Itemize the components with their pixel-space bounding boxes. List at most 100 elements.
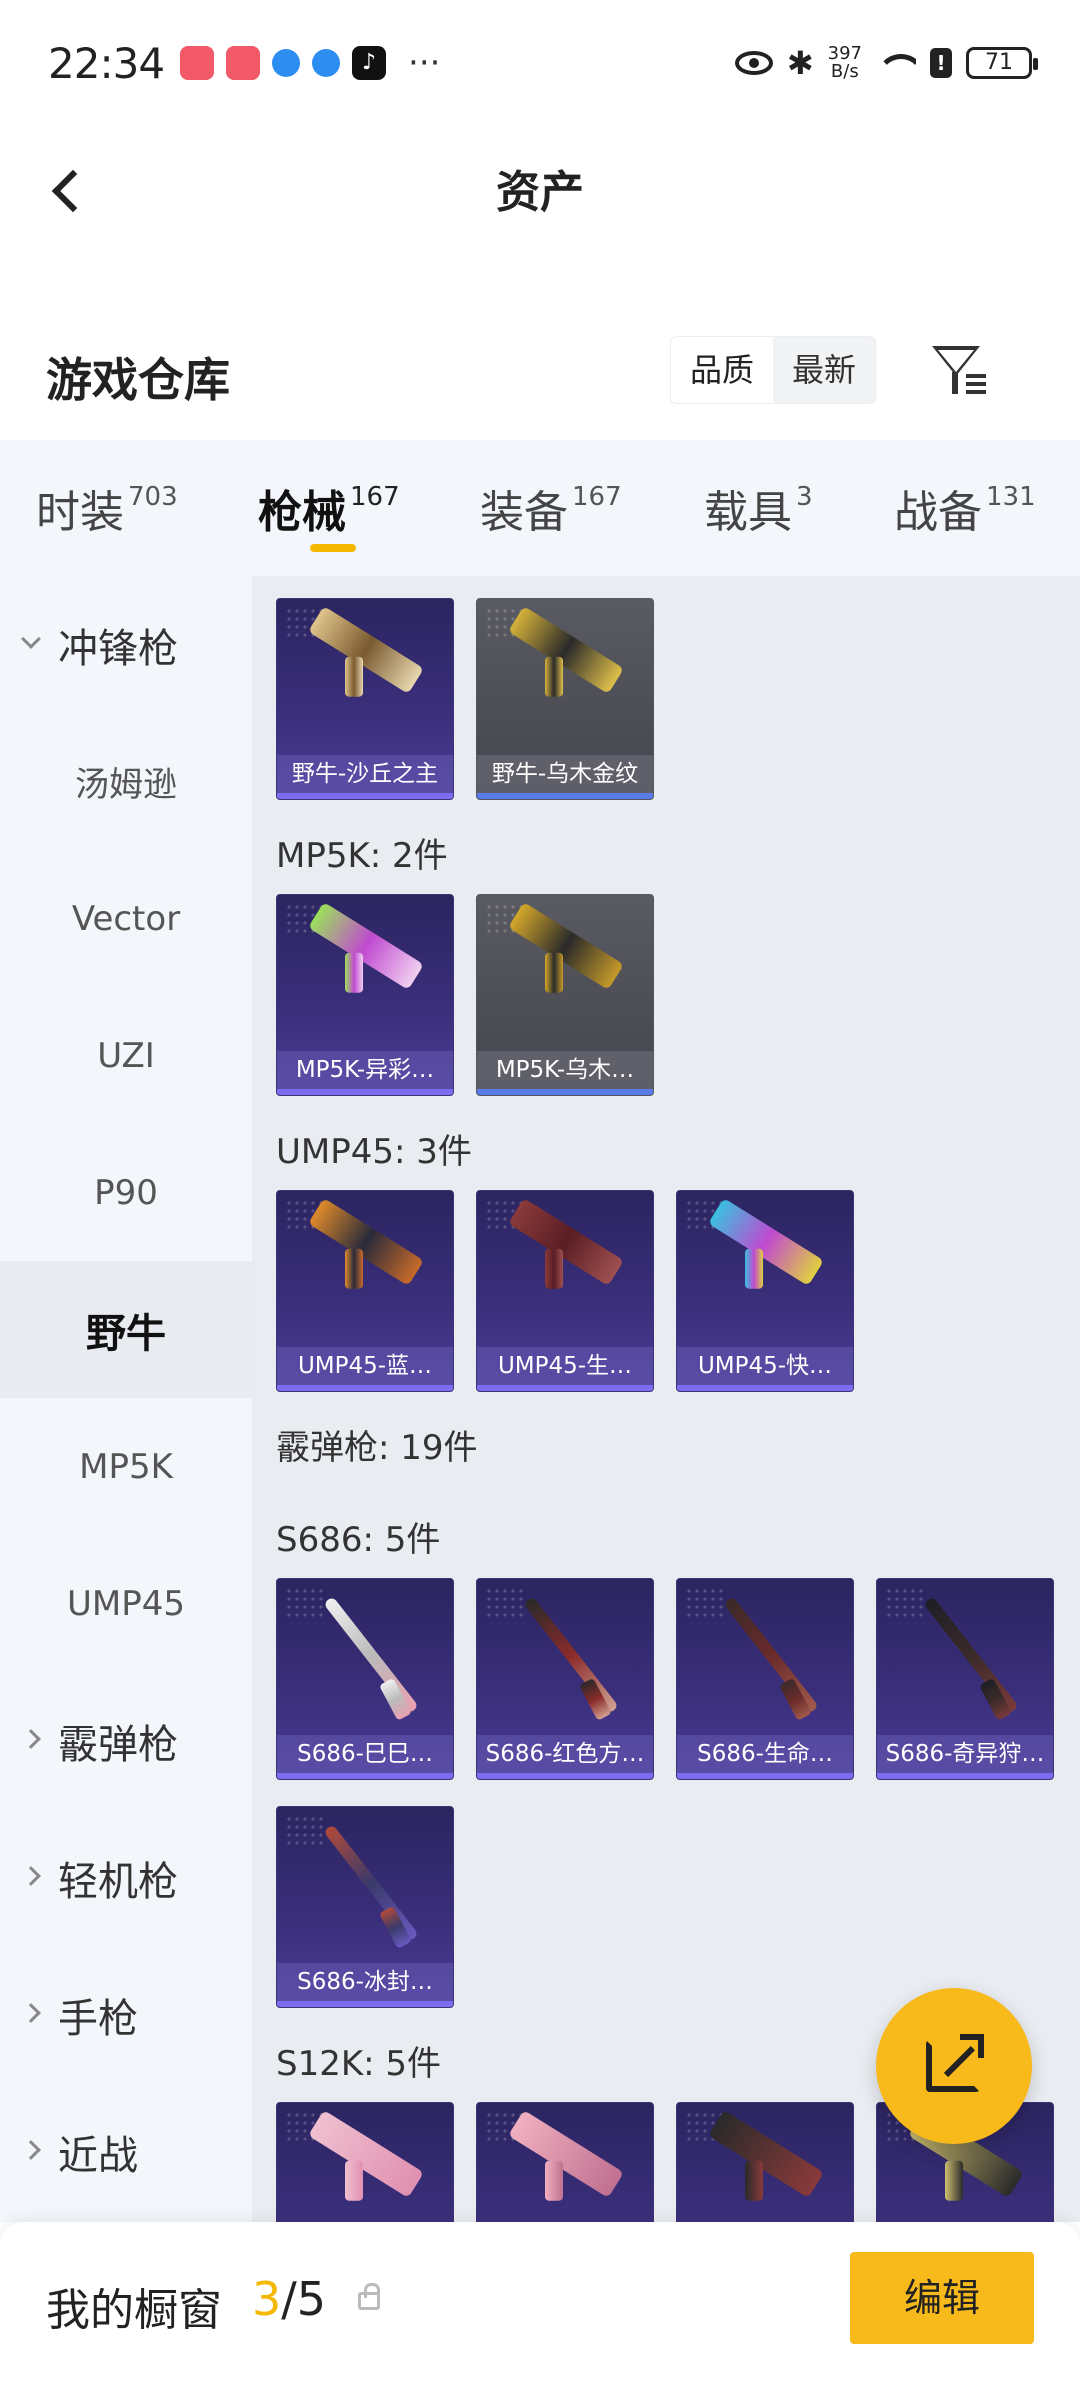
ump45-skin-image (508, 1198, 624, 1286)
sidebar-item-p90[interactable]: P90 (0, 1124, 252, 1261)
item-card-bison-ebony[interactable]: 野牛-乌木金纹 (476, 598, 654, 800)
mp5k-skin-image (508, 902, 624, 990)
sidebar-item-label: UZI (97, 1035, 155, 1076)
s686-skin-image (923, 1596, 1019, 1714)
sort-latest-button[interactable]: 最新 (773, 337, 875, 403)
item-name: MP5K-异彩… (277, 1051, 453, 1089)
section-label-mp5k: MP5K: 2件 (276, 836, 448, 876)
sidebar-item-thompson[interactable]: 汤姆逊 (0, 713, 252, 850)
tab-label: 载具 (704, 487, 792, 538)
sort-toggle: 品质 最新 (670, 336, 876, 404)
item-card-s686-3[interactable]: S686-生命… (676, 1578, 854, 1780)
page-title: 资产 (496, 167, 584, 218)
tab-count: 167 (350, 482, 400, 512)
sidebar-group-smg[interactable]: 冲锋枪 (0, 576, 252, 713)
share-fab-button[interactable] (876, 1988, 1032, 2144)
item-card-ump45-1[interactable]: UMP45-蓝… (276, 1190, 454, 1392)
s12k-skin-image (508, 2110, 624, 2198)
weapon-type-sidebar: 冲锋枪 汤姆逊 Vector UZI P90 野牛 MP5K UMP45 霰弹枪… (0, 576, 252, 2222)
showcase-bar: 我的橱窗 3/5 编辑 (0, 2222, 1080, 2382)
section-label-s12k: S12K: 5件 (276, 2044, 442, 2084)
section-label-s686: S686: 5件 (276, 1520, 441, 1560)
rarity-bar (677, 1773, 853, 1779)
chevron-down-icon (21, 629, 41, 649)
rarity-bar (277, 1773, 453, 1779)
tab-vehicles[interactable]: 载具 3 (704, 476, 813, 540)
sidebar-item-uzi[interactable]: UZI (0, 987, 252, 1124)
browser-app-icon-2 (312, 49, 341, 77)
tab-supplies[interactable]: 战备 131 (894, 476, 1036, 540)
s12k-skin-image (308, 2110, 424, 2198)
s686-skin-image (723, 1596, 819, 1714)
item-grid: 野牛-沙丘之主 野牛-乌木金纹 MP5K: 2件 MP5K-异彩… MP5K-乌… (252, 576, 1080, 2222)
item-card-s686-4[interactable]: S686-奇异狩… (876, 1578, 1054, 1780)
card-pattern (485, 1587, 525, 1617)
tiktok-icon: ♪ (352, 46, 387, 80)
rarity-bar (477, 1385, 653, 1391)
item-name: UMP45-快… (677, 1347, 853, 1385)
tab-equipment[interactable]: 装备 167 (480, 476, 622, 540)
sidebar-item-label: 冲锋枪 (58, 625, 178, 672)
lock-icon (358, 2283, 380, 2310)
shopping-app-icon-2 (226, 46, 261, 80)
shopping-app-icon (180, 46, 215, 80)
sidebar-item-label: 野牛 (86, 1310, 166, 1357)
speed-unit: B/s (830, 61, 859, 82)
item-card-s686-1[interactable]: S686-巳巳… (276, 1578, 454, 1780)
sidebar-item-ump45[interactable]: UMP45 (0, 1535, 252, 1672)
item-card-ump45-3[interactable]: UMP45-快… (676, 1190, 854, 1392)
filter-button[interactable] (928, 338, 990, 400)
rarity-bar (877, 1773, 1053, 1779)
tab-firearms[interactable]: 枪械 167 (258, 476, 400, 540)
tab-count: 131 (986, 482, 1036, 512)
item-card-s12k-2[interactable] (476, 2102, 654, 2222)
sidebar-item-label: 霰弹枪 (58, 1721, 178, 1768)
sort-quality-button[interactable]: 品质 (671, 337, 773, 403)
sidebar-group-lmg[interactable]: 轻机枪 (0, 1809, 252, 1946)
sidebar-group-shotgun[interactable]: 霰弹枪 (0, 1672, 252, 1809)
item-name: S686-生命… (677, 1735, 853, 1773)
sidebar-group-melee[interactable]: 近战 (0, 2083, 252, 2220)
sidebar-item-label: 近战 (58, 2132, 138, 2179)
browser-app-icon (272, 49, 301, 77)
item-card-bison-dune[interactable]: 野牛-沙丘之主 (276, 598, 454, 800)
filter-icon-stem (952, 372, 958, 394)
sidebar-item-mp5k[interactable]: MP5K (0, 1398, 252, 1535)
s686-skin-image (323, 1824, 419, 1942)
edit-button[interactable]: 编辑 (850, 2252, 1034, 2344)
more-notifications-icon: ··· (408, 43, 441, 83)
item-card-ump45-2[interactable]: UMP45-生… (476, 1190, 654, 1392)
active-tab-indicator (310, 544, 356, 552)
sidebar-item-bison[interactable]: 野牛 (0, 1261, 252, 1398)
page-header: 资产 (0, 126, 1080, 258)
item-card-s686-5[interactable]: S686-冰封… (276, 1806, 454, 2008)
warehouse-title: 游戏仓库 (46, 353, 230, 407)
item-card-s686-2[interactable]: S686-红色方… (476, 1578, 654, 1780)
sidebar-group-pistol[interactable]: 手枪 (0, 1946, 252, 2083)
category-tabs: 时装 703 枪械 167 装备 167 载具 3 战备 131 (0, 440, 1080, 576)
status-time: 22:34 (48, 38, 165, 88)
showcase-count-total: /5 (281, 2272, 327, 2326)
bison-skin-image (508, 606, 624, 694)
card-pattern (285, 1587, 325, 1617)
sidebar-item-label: 汤姆逊 (75, 765, 177, 805)
rarity-bar (277, 1385, 453, 1391)
sidebar-item-label: UMP45 (67, 1583, 185, 1624)
tab-label: 枪械 (258, 487, 346, 538)
tab-fashion[interactable]: 时装 703 (36, 476, 178, 540)
item-name: S686-巳巳… (277, 1735, 453, 1773)
item-card-mp5k-1[interactable]: MP5K-异彩… (276, 894, 454, 1096)
sidebar-item-label: 轻机枪 (58, 1858, 178, 1905)
item-name: S686-奇异狩… (877, 1735, 1053, 1773)
chevron-right-icon (21, 1729, 41, 1749)
tab-label: 装备 (480, 487, 568, 538)
item-card-s12k-3[interactable] (676, 2102, 854, 2222)
rarity-bar (277, 793, 453, 799)
item-card-s12k-1[interactable] (276, 2102, 454, 2222)
item-card-mp5k-2[interactable]: MP5K-乌木… (476, 894, 654, 1096)
sidebar-item-vector[interactable]: Vector (0, 850, 252, 987)
section-label-shotgun: 霰弹枪: 19件 (276, 1428, 478, 1468)
showcase-title: 我的橱窗 (46, 2285, 222, 2336)
filter-icon-lines (966, 374, 986, 398)
item-name: 野牛-沙丘之主 (277, 755, 453, 793)
